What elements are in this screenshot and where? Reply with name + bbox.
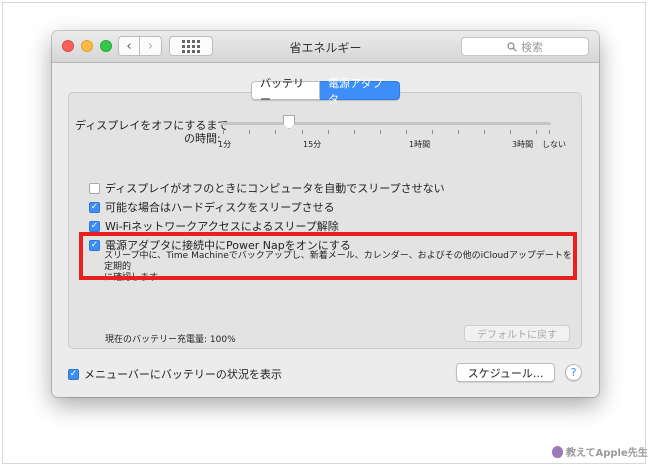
slider-tick	[406, 130, 407, 134]
slider-tick	[380, 130, 381, 134]
slider-tick	[275, 130, 276, 134]
tab-battery[interactable]: バッテリー	[251, 77, 320, 106]
slider-tick	[249, 130, 250, 134]
slider-tick	[484, 130, 485, 134]
search-icon	[507, 41, 517, 52]
tick-label-1hour: 1時間	[409, 140, 431, 149]
option-prevent-sleep[interactable]: ディスプレイがオフのときにコンピュータを自動でスリープさせない	[89, 180, 445, 196]
search-placeholder: 検索	[521, 40, 543, 54]
tick-label-15min: 15分	[303, 140, 322, 149]
restore-defaults-button[interactable]: デフォルトに戻す	[464, 325, 570, 342]
checkmark-icon: ✓	[90, 220, 99, 231]
option-label: 可能な場合はハードディスクをスリープさせる	[105, 201, 335, 214]
slider-tick	[549, 130, 550, 134]
checkmark-icon: ✓	[69, 368, 78, 379]
schedule-button[interactable]: スケジュール...	[456, 363, 555, 382]
highlight-box	[79, 232, 577, 280]
energy-saver-window: ‹ › 省エネルギー 検索 バッテリー 電源アダプタ ディスプレイをオフにするま…	[52, 31, 599, 397]
watermark-text: 教えてApple先生	[566, 448, 648, 459]
checkmark-icon: ✓	[90, 201, 99, 212]
option-disk-sleep[interactable]: ✓ 可能な場合はハードディスクをスリープさせる	[89, 199, 335, 215]
slider-tick	[458, 130, 459, 134]
slider-tick	[354, 130, 355, 134]
battery-charge-status: 現在のバッテリー充電量: 100%	[105, 335, 236, 345]
slider-tick	[223, 130, 224, 134]
title-bar: ‹ › 省エネルギー 検索	[52, 31, 599, 63]
slider-tick	[302, 130, 303, 134]
display-sleep-slider-track[interactable]	[221, 122, 551, 125]
slider-tick	[510, 130, 511, 134]
option-label: ディスプレイがオフのときにコンピュータを自動でスリープさせない	[105, 182, 445, 195]
apple-logo-icon	[552, 445, 563, 458]
slider-tick	[328, 130, 329, 134]
help-button[interactable]: ?	[565, 364, 582, 381]
tab-power-adapter[interactable]: 電源アダプタ	[320, 77, 400, 106]
watermark: 教えてApple先生	[552, 444, 648, 459]
option-label: メニューバーにバッテリーの状況を表示	[84, 368, 282, 381]
checkbox[interactable]	[89, 182, 100, 194]
checkbox-checked[interactable]: ✓	[68, 368, 79, 380]
tick-label-3hours: 3時間	[512, 140, 534, 149]
tick-label-1min: 1分	[218, 140, 232, 149]
search-field[interactable]: 検索	[461, 37, 589, 56]
display-sleep-label-2: の時間:	[184, 132, 221, 145]
option-show-menubar-battery[interactable]: ✓ メニューバーにバッテリーの状況を表示	[68, 366, 282, 382]
checkbox-checked[interactable]: ✓	[89, 220, 100, 232]
slider-tick	[432, 130, 433, 134]
tab-bar: バッテリー 電源アダプタ	[251, 77, 400, 106]
slider-tick	[536, 130, 537, 134]
checkbox-checked[interactable]: ✓	[89, 201, 100, 213]
tick-label-never: しない	[542, 140, 566, 149]
